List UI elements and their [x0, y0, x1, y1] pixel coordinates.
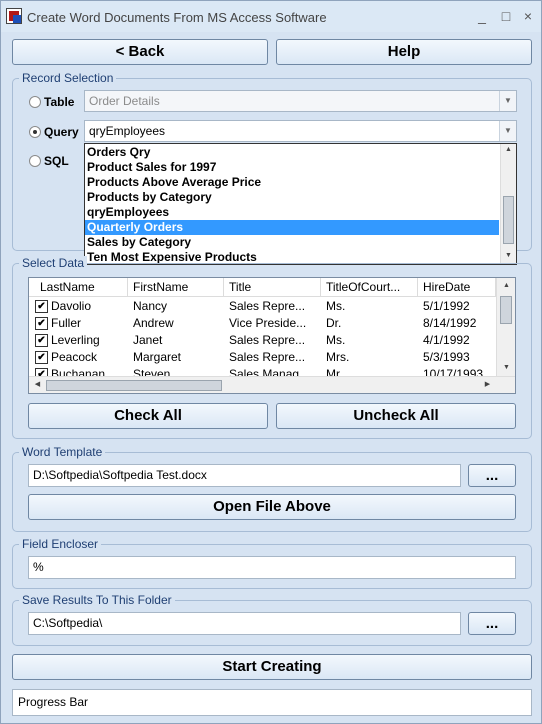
scroll-down-icon[interactable]: ▼ — [502, 252, 515, 259]
word-template-label: Word Template — [19, 445, 106, 459]
listview-vscroll[interactable]: ▲ ▼ — [496, 278, 515, 376]
query-dropdown-list[interactable]: Orders Qry Product Sales for 1997 Products… — [84, 143, 517, 265]
dropdown-scrollbar[interactable]: ▲ ▼ — [500, 144, 516, 264]
table-row[interactable]: ✔ Peacock Margaret Sales Repre... Mrs. 5/3/19… — [29, 349, 495, 366]
table-radio[interactable] — [29, 96, 41, 108]
table-cell: 5/1/1992 — [423, 299, 470, 313]
start-creating-button[interactable]: Start Creating — [12, 654, 532, 680]
scroll-down-icon[interactable]: ▼ — [500, 364, 513, 371]
app-icon — [6, 8, 22, 24]
table-radio-label: Table — [44, 95, 75, 109]
table-cell: 8/14/1992 — [423, 316, 477, 330]
window-title: Create Word Documents From MS Access Sof… — [27, 10, 327, 25]
dropdown-item[interactable]: Products Above Average Price — [85, 175, 499, 190]
dropdown-item[interactable]: Products by Category — [85, 190, 499, 205]
app-window: Create Word Documents From MS Access Sof… — [0, 0, 542, 724]
help-button[interactable]: Help — [276, 39, 532, 65]
query-radio-label: Query — [44, 125, 79, 139]
table-row[interactable]: ✔ Fuller Andrew Vice Preside... Dr. 8/14/1992 — [29, 315, 495, 332]
row-checkbox[interactable]: ✔ — [35, 334, 48, 347]
field-encloser-label: Field Encloser — [19, 537, 102, 551]
close-button[interactable]: × — [517, 7, 539, 25]
template-path-field[interactable]: D:\Softpedia\Softpedia Test.docx — [28, 464, 461, 487]
table-cell: Sales Repre... — [229, 333, 306, 347]
dropdown-item[interactable]: Quarterly Orders — [85, 220, 499, 235]
scroll-right-icon[interactable]: ▶ — [481, 380, 494, 388]
table-row[interactable]: ✔ Leverling Janet Sales Repre... Ms. 4/1/1992 — [29, 332, 495, 349]
table-cell: Sales Repre... — [229, 350, 306, 364]
column-header[interactable]: HireDate — [418, 278, 496, 297]
chevron-down-icon: ▼ — [499, 91, 516, 111]
table-cell: 5/3/1993 — [423, 350, 470, 364]
column-header[interactable]: FirstName — [128, 278, 224, 297]
uncheck-all-button[interactable]: Uncheck All — [276, 403, 516, 429]
table-cell: Ms. — [326, 299, 346, 313]
table-combo-value: Order Details — [89, 94, 160, 108]
scroll-up-icon[interactable]: ▲ — [500, 282, 513, 289]
browse-folder-button[interactable]: ... — [468, 612, 516, 635]
table-cell: Ms. — [326, 333, 346, 347]
scroll-thumb[interactable] — [46, 380, 222, 391]
query-combo-value: qryEmployees — [89, 124, 166, 138]
maximize-button[interactable]: □ — [495, 7, 517, 25]
table-cell: Nancy — [133, 299, 168, 313]
select-data-label: Select Data — [19, 256, 88, 270]
row-checkbox[interactable]: ✔ — [35, 351, 48, 364]
dropdown-item[interactable]: Orders Qry — [85, 145, 499, 160]
table-cell: Margaret — [133, 350, 182, 364]
sql-radio[interactable] — [29, 155, 41, 167]
save-folder-field[interactable]: C:\Softpedia\ — [28, 612, 461, 635]
table-cell: 4/1/1992 — [423, 333, 470, 347]
scroll-up-icon[interactable]: ▲ — [502, 146, 515, 153]
progress-bar: Progress Bar — [12, 689, 532, 716]
dropdown-item[interactable]: qryEmployees — [85, 205, 499, 220]
dropdown-item[interactable]: Product Sales for 1997 — [85, 160, 499, 175]
table-cell: Davolio — [51, 299, 92, 313]
column-header[interactable]: Title — [224, 278, 321, 297]
listview-hscroll[interactable]: ◀ ▶ — [29, 376, 515, 393]
dropdown-item[interactable]: Sales by Category — [85, 235, 499, 250]
table-cell: Peacock — [51, 350, 98, 364]
table-cell: Janet — [133, 333, 163, 347]
scroll-thumb[interactable] — [500, 296, 512, 324]
scroll-thumb[interactable] — [503, 196, 514, 244]
column-header[interactable]: TitleOfCourt... — [321, 278, 418, 297]
save-folder-label: Save Results To This Folder — [19, 593, 175, 607]
column-header[interactable]: LastName — [29, 278, 128, 297]
table-row[interactable]: ✔ Davolio Nancy Sales Repre... Ms. 5/1/1992 — [29, 298, 495, 315]
table-cell: Dr. — [326, 316, 342, 330]
open-file-button[interactable]: Open File Above — [28, 494, 516, 520]
table-cell: Leverling — [51, 333, 100, 347]
table-cell: Sales Repre... — [229, 299, 306, 313]
back-button[interactable]: < Back — [12, 39, 268, 65]
scroll-left-icon[interactable]: ◀ — [31, 380, 44, 388]
row-checkbox[interactable]: ✔ — [35, 300, 48, 313]
field-encloser-input[interactable]: % — [28, 556, 516, 579]
table-cell: Andrew — [133, 316, 174, 330]
data-listview[interactable]: LastName FirstName Title TitleOfCourt... Hir… — [28, 277, 516, 394]
query-radio[interactable] — [29, 126, 41, 138]
table-cell: Mrs. — [326, 350, 350, 364]
check-all-button[interactable]: Check All — [28, 403, 268, 429]
sql-radio-label: SQL — [44, 154, 69, 168]
title-bar: Create Word Documents From MS Access Sof… — [1, 1, 541, 32]
chevron-down-icon: ▼ — [499, 121, 516, 141]
minimize-button[interactable]: _ — [471, 7, 493, 25]
query-combo[interactable]: qryEmployees ▼ — [84, 120, 517, 142]
table-combo[interactable]: Order Details ▼ — [84, 90, 517, 112]
table-cell: Vice Preside... — [229, 316, 307, 330]
table-cell: Fuller — [51, 316, 82, 330]
row-checkbox[interactable]: ✔ — [35, 317, 48, 330]
browse-template-button[interactable]: ... — [468, 464, 516, 487]
record-selection-label: Record Selection — [19, 71, 117, 85]
